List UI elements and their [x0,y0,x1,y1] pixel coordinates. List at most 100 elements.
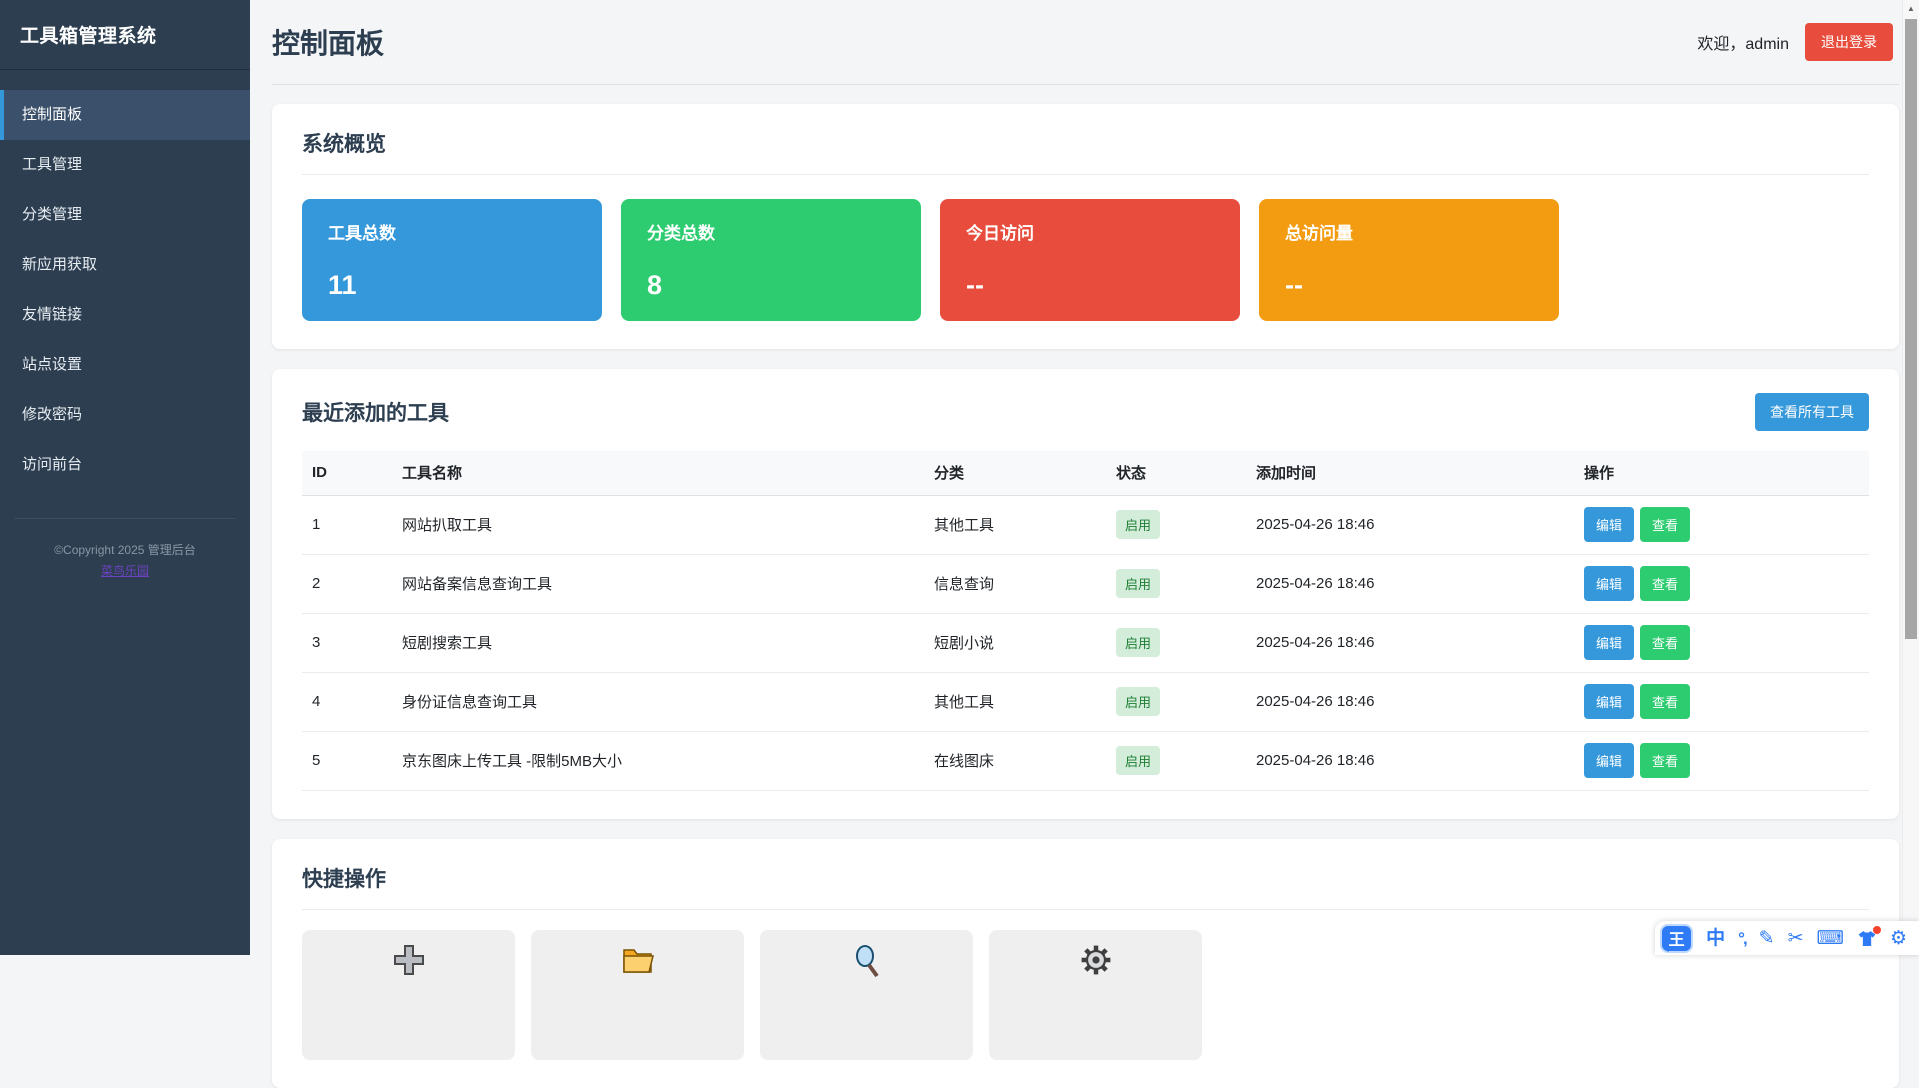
col-header-status: 状态 [1106,451,1246,495]
quick-actions-title: 快捷操作 [302,863,1869,893]
cell-id: 2 [302,554,392,613]
stat-label: 分类总数 [647,219,895,244]
ime-settings-icon[interactable]: ⚙ [1890,929,1907,948]
status-badge: 启用 [1116,569,1160,598]
quick-action-search[interactable] [760,930,973,1060]
copyright-text: ©Copyright 2025 管理后台 [14,541,236,559]
page-title: 控制面板 [272,22,384,62]
quick-action-tiles [302,930,1869,1060]
cell-added-time: 2025-04-26 18:46 [1246,613,1574,672]
cell-id: 5 [302,731,392,790]
edit-button[interactable]: 编辑 [1584,743,1634,778]
main-area: 控制面板 欢迎，admin 退出登录 系统概览 工具总数 11 分类总数 8 今… [250,0,1919,955]
vertical-scrollbar[interactable]: ▲ [1902,0,1919,955]
cell-category: 其他工具 [924,495,1106,554]
stat-card-total-categories: 分类总数 8 [621,199,921,321]
sidebar-item-friend-links[interactable]: 友情链接 [0,290,250,340]
sidebar-item-new-app[interactable]: 新应用获取 [0,240,250,290]
ime-skin-icon[interactable] [1857,930,1877,947]
stat-label: 今日访问 [966,219,1214,244]
search-icon [849,942,885,983]
edit-button[interactable]: 编辑 [1584,507,1634,542]
cell-category: 在线图床 [924,731,1106,790]
cell-added-time: 2025-04-26 18:46 [1246,554,1574,613]
sidebar-item-tool-management[interactable]: 工具管理 [0,140,250,190]
quick-action-settings[interactable] [989,930,1202,1060]
status-badge: 启用 [1116,687,1160,716]
sidebar-item-change-password[interactable]: 修改密码 [0,390,250,440]
stats-row: 工具总数 11 分类总数 8 今日访问 -- 总访问量 -- [302,199,1869,321]
ime-language-icon[interactable]: 中 [1706,929,1725,948]
cell-name: 京东图床上传工具 -限制5MB大小 [392,731,924,790]
quick-action-categories[interactable] [531,930,744,1060]
table-header-row: ID 工具名称 分类 状态 添加时间 操作 [302,451,1869,495]
sidebar-item-category-management[interactable]: 分类管理 [0,190,250,240]
recent-tools-card: 最近添加的工具 查看所有工具 ID 工具名称 分类 状态 添加时间 操作 [272,369,1899,819]
cell-added-time: 2025-04-26 18:46 [1246,495,1574,554]
topbar-right: 欢迎，admin 退出登录 [1697,23,1899,61]
cell-id: 1 [302,495,392,554]
ime-keyboard-icon[interactable]: ⌨ [1817,929,1844,948]
ime-handwriting-icon[interactable]: ✎ [1759,929,1775,948]
quick-action-add-tool[interactable] [302,930,515,1060]
logout-button[interactable]: 退出登录 [1805,23,1893,61]
view-all-tools-button[interactable]: 查看所有工具 [1755,393,1869,431]
status-badge: 启用 [1116,746,1160,775]
notification-dot [1873,926,1881,934]
cell-category: 其他工具 [924,672,1106,731]
app-title: 工具箱管理系统 [20,21,157,48]
plus-icon [391,942,427,983]
ime-toolbar: 王 中 °, ✎ ✂ ⌨ ⚙ [1655,921,1919,955]
view-button[interactable]: 查看 [1640,507,1690,542]
stat-value: -- [1285,270,1533,301]
divider [302,174,1869,175]
sidebar: 工具箱管理系统 控制面板 工具管理 分类管理 新应用获取 友情链接 站点设置 修… [0,0,250,955]
stat-card-total-tools: 工具总数 11 [302,199,602,321]
welcome-text: 欢迎，admin [1697,30,1789,54]
recent-tools-header: 最近添加的工具 查看所有工具 [302,393,1869,431]
table-row: 4 身份证信息查询工具 其他工具 启用 2025-04-26 18:46 编辑 … [302,672,1869,731]
folder-icon [620,942,656,983]
stat-card-today-visits: 今日访问 -- [940,199,1240,321]
topbar: 控制面板 欢迎，admin 退出登录 [272,0,1899,85]
divider [302,909,1869,910]
stat-value: 11 [328,270,576,301]
cell-name: 短剧搜索工具 [392,613,924,672]
edit-button[interactable]: 编辑 [1584,566,1634,601]
stat-card-total-visits: 总访问量 -- [1259,199,1559,321]
sidebar-item-visit-frontend[interactable]: 访问前台 [0,440,250,490]
cell-id: 4 [302,672,392,731]
view-button[interactable]: 查看 [1640,566,1690,601]
ime-scissors-icon[interactable]: ✂ [1788,929,1804,948]
footer-link[interactable]: 菜鸟乐园 [101,562,149,579]
sidebar-item-site-settings[interactable]: 站点设置 [0,340,250,390]
status-badge: 启用 [1116,510,1160,539]
stat-value: 8 [647,270,895,301]
col-header-category: 分类 [924,451,1106,495]
scrollbar-thumb[interactable] [1905,19,1917,639]
cell-category: 信息查询 [924,554,1106,613]
sidebar-footer: ©Copyright 2025 管理后台 菜鸟乐园 [14,518,236,580]
overview-title: 系统概览 [302,128,1869,158]
ime-logo-icon[interactable]: 王 [1660,924,1693,953]
ime-punctuation-icon[interactable]: °, [1738,930,1746,947]
stat-label: 总访问量 [1285,219,1533,244]
cell-name: 网站备案信息查询工具 [392,554,924,613]
col-header-added: 添加时间 [1246,451,1574,495]
status-badge: 启用 [1116,628,1160,657]
view-button[interactable]: 查看 [1640,625,1690,660]
table-row: 2 网站备案信息查询工具 信息查询 启用 2025-04-26 18:46 编辑… [302,554,1869,613]
scroll-up-arrow-icon[interactable]: ▲ [1903,0,1919,17]
view-button[interactable]: 查看 [1640,743,1690,778]
system-overview-card: 系统概览 工具总数 11 分类总数 8 今日访问 -- 总访问量 -- [272,104,1899,349]
sidebar-item-dashboard[interactable]: 控制面板 [0,90,250,140]
app-logo-title: 工具箱管理系统 [0,0,250,70]
edit-button[interactable]: 编辑 [1584,684,1634,719]
view-button[interactable]: 查看 [1640,684,1690,719]
edit-button[interactable]: 编辑 [1584,625,1634,660]
col-header-id: ID [302,451,392,495]
cell-name: 身份证信息查询工具 [392,672,924,731]
cell-category: 短剧小说 [924,613,1106,672]
table-row: 3 短剧搜索工具 短剧小说 启用 2025-04-26 18:46 编辑 查看 [302,613,1869,672]
recent-tools-table: ID 工具名称 分类 状态 添加时间 操作 1 网站扒取工具 其他工具 启用 2 [302,451,1869,791]
